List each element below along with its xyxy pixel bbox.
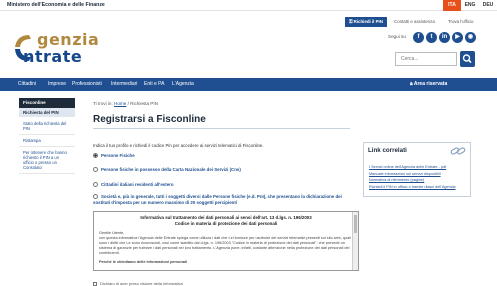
privacy-scrollbar[interactable] xyxy=(352,212,358,270)
related-link[interactable]: Richiedi il PIN in ufficio o tramite ril… xyxy=(369,185,467,190)
request-pin-button[interactable]: ⚿ Richiedi il PIN xyxy=(345,17,387,27)
scrollbar-thumb[interactable] xyxy=(354,215,357,233)
accept-label: Dichiaro di aver preso visione della inf… xyxy=(100,281,183,286)
privacy-section-heading: Perché le chiediamo delle informazioni p… xyxy=(99,260,187,264)
related-links-list: I Servizi online dell'Agenzia delle Entr… xyxy=(369,165,467,191)
intro-text: Indica il tuo profilo e richiedi il codi… xyxy=(93,143,264,148)
rss-icon[interactable]: ◉ xyxy=(465,32,476,43)
option-label: Persone fisiche in possesso della Carta … xyxy=(101,167,241,172)
privacy-body: Gentile Utente, con questa informativa l… xyxy=(94,227,358,265)
breadcrumb-home-link[interactable]: Home xyxy=(114,101,126,106)
nav-intermediari[interactable]: Intermediari xyxy=(111,78,137,91)
privacy-textbox[interactable]: Informativa sul trattamento dei dati per… xyxy=(93,211,359,271)
option-persone-fisiche[interactable]: Persone Fisiche xyxy=(93,153,358,159)
option-label: Persone Fisiche xyxy=(101,153,135,158)
radio-icon[interactable] xyxy=(93,182,98,187)
follow-label: Segui su xyxy=(388,34,406,39)
privacy-body-text: con questa informativa l'Agenzia delle E… xyxy=(99,236,351,255)
chain-link-icon xyxy=(450,147,466,155)
option-cns[interactable]: Persone fisiche in possesso della Carta … xyxy=(93,167,358,173)
accept-checkbox-row[interactable]: Dichiaro di aver preso visione della inf… xyxy=(93,281,183,286)
twitter-icon[interactable]: t xyxy=(426,32,437,43)
sidebar-item-pin-ufficio[interactable]: Per ottenere che hanno richiesto il PIN … xyxy=(19,147,75,174)
breadcrumb-prefix: Ti trovi in: xyxy=(93,101,113,106)
related-links-title: Link correlati xyxy=(368,147,407,154)
radio-icon[interactable] xyxy=(93,167,98,172)
nav-enti-pa[interactable]: Enti e PA xyxy=(144,78,164,91)
option-label: Cittadini italiani residenti all'estero xyxy=(101,182,174,187)
top-bar: Ministero dell'Economia e delle Finanze … xyxy=(0,0,497,11)
sidebar-item-stato-richiesta[interactable]: Stato della richiesta del PIN xyxy=(19,118,75,135)
search-button[interactable] xyxy=(460,51,475,67)
accept-checkbox[interactable] xyxy=(93,282,97,286)
sidebar-item-ristampa[interactable]: Ristampa xyxy=(19,135,75,147)
nav-cittadini[interactable]: Cittadini xyxy=(18,78,36,91)
logo-text-entrate: ntrate xyxy=(23,47,83,66)
agenzia-entrate-logo[interactable]: genzia ntrate xyxy=(13,30,133,70)
request-pin-label: Richiedi il PIN xyxy=(353,19,383,24)
option-societa[interactable]: Società e, più in generale, tutti i sogg… xyxy=(93,194,358,206)
related-link[interactable]: I Servizi online dell'Agenzia delle Entr… xyxy=(369,165,467,170)
option-label: Società e, più in generale, tutti i sogg… xyxy=(93,194,342,205)
sidebar: Fisconline Richiesta del PIN Stato della… xyxy=(19,98,75,174)
nav-imprese[interactable]: Imprese xyxy=(48,78,66,91)
sidebar-heading[interactable]: Fisconline xyxy=(19,98,75,108)
search-icon xyxy=(462,54,472,64)
facebook-icon[interactable]: f xyxy=(413,32,424,43)
option-estero[interactable]: Cittadini italiani residenti all'estero xyxy=(93,182,358,188)
language-deu[interactable]: DEU xyxy=(479,0,497,11)
breadcrumb-current: Richiesta PIN xyxy=(130,101,158,106)
privacy-greeting: Gentile Utente, xyxy=(99,231,125,235)
breadcrumb: Ti trovi in: Home / Richiesta PIN xyxy=(93,101,158,106)
title-divider xyxy=(93,128,350,129)
contacts-link[interactable]: Contatti e assistenza xyxy=(394,17,435,27)
site-header: genzia ntrate ⚿ Richiedi il PIN Contatti… xyxy=(0,11,497,73)
ministry-link[interactable]: Ministero dell'Economia e delle Finanze xyxy=(7,2,105,8)
area-riservata-button[interactable]: 🔒︎ Area riservata xyxy=(400,78,497,91)
nav-professionisti[interactable]: Professionisti xyxy=(72,78,102,91)
find-office-link[interactable]: Trova l'ufficio xyxy=(448,17,473,27)
page-title: Registrarsi a Fisconline xyxy=(93,114,206,125)
language-eng[interactable]: ENG xyxy=(461,0,479,11)
area-riservata-label: Area riservata xyxy=(413,81,448,87)
sidebar-item-richiesta-pin[interactable]: Richiesta del PIN xyxy=(19,108,75,118)
main-nav: Cittadini Imprese Professionisti Interme… xyxy=(0,78,497,91)
radio-checked-icon[interactable] xyxy=(93,153,98,158)
related-link[interactable]: Normativa di riferimento (pagine) xyxy=(369,178,467,183)
nav-agenzia[interactable]: L'Agenzia xyxy=(172,78,194,91)
search-input[interactable] xyxy=(395,52,457,66)
radio-icon[interactable] xyxy=(93,194,98,199)
linkedin-icon[interactable]: in xyxy=(439,32,450,43)
language-ita[interactable]: ITA xyxy=(443,0,461,11)
youtube-icon[interactable]: ▶ xyxy=(452,32,463,43)
breadcrumb-separator: / xyxy=(127,101,129,106)
related-link[interactable]: Manuale informazioni sui servizi disponi… xyxy=(369,172,467,177)
related-links-box: Link correlati I Servizi online dell'Age… xyxy=(363,142,471,197)
